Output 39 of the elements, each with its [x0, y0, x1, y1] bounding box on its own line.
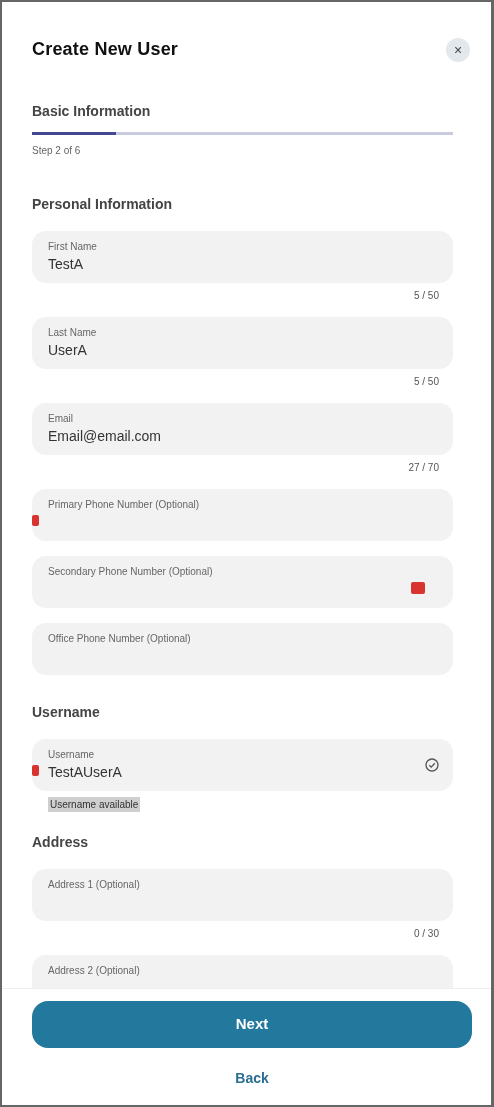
marker-icon — [32, 515, 39, 526]
input-field[interactable]: Primary Phone Number (Optional) — [32, 489, 453, 541]
field-label: Email — [48, 412, 74, 426]
field-label: Primary Phone Number (Optional) — [48, 498, 201, 512]
field-label: Address 2 (Optional) — [48, 964, 141, 978]
input-field[interactable]: Address 2 (Optional) — [32, 955, 453, 988]
section-heading: Personal Information — [32, 195, 174, 214]
field-value: TestA — [48, 255, 84, 274]
input-field[interactable]: Email Email@email.com — [32, 403, 453, 455]
field-label: Secondary Phone Number (Optional) — [48, 565, 214, 579]
section-heading: Address — [32, 833, 90, 852]
step-title: Basic Information — [32, 102, 152, 121]
marker-icon — [411, 582, 425, 594]
field-label: Address 1 (Optional) — [48, 878, 141, 892]
input-field[interactable]: First Name TestA — [32, 231, 453, 283]
field-value: TestAUserA — [48, 763, 123, 782]
input-field[interactable]: Last Name UserA — [32, 317, 453, 369]
field-label: First Name — [48, 240, 98, 254]
input-field[interactable]: Address 1 (Optional) — [32, 869, 453, 921]
field-value: UserA — [48, 341, 88, 360]
input-field[interactable]: Secondary Phone Number (Optional) — [32, 556, 453, 608]
step-counter: Step 2 of 6 — [32, 144, 82, 158]
next-button[interactable]: Next — [32, 1001, 472, 1048]
section-heading: Username — [32, 703, 101, 722]
field-label: Last Name — [48, 326, 98, 340]
dialog-title: Create New User — [32, 38, 179, 61]
character-counter: 5 / 50 — [412, 289, 439, 303]
back-link[interactable]: Back — [227, 1064, 277, 1093]
character-counter: 5 / 50 — [412, 375, 439, 389]
marker-icon — [32, 765, 39, 776]
field-value: Email@email.com — [48, 427, 162, 446]
character-counter: 0 / 30 — [412, 927, 439, 941]
field-label: Office Phone Number (Optional) — [48, 632, 192, 646]
field-label: Username — [48, 748, 96, 762]
close-button[interactable]: × — [446, 37, 470, 62]
input-field[interactable]: Office Phone Number (Optional) — [32, 623, 453, 675]
input-field[interactable]: Username TestAUserA — [32, 739, 453, 791]
character-counter: 27 / 70 — [407, 461, 439, 475]
helper-text: Username available — [48, 797, 141, 812]
